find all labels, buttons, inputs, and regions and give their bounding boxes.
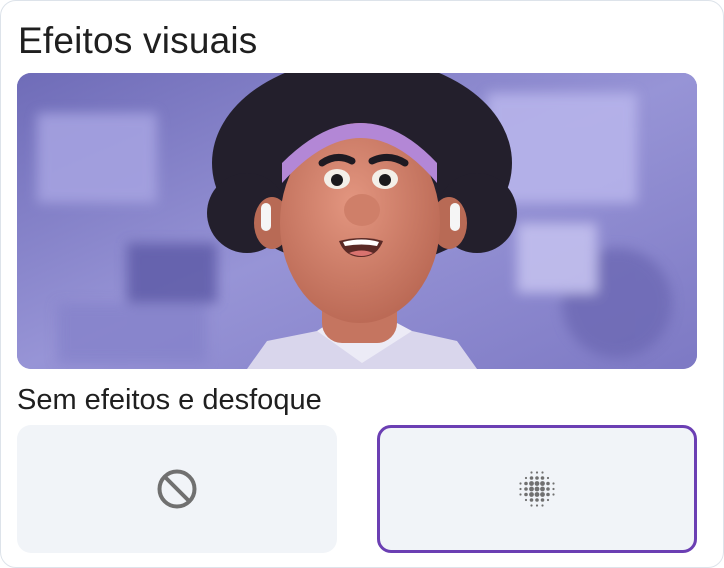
camera-preview: [17, 73, 697, 369]
blur-background-button[interactable]: [377, 425, 697, 553]
section-label: Sem efeitos e desfoque: [17, 384, 322, 416]
visual-effects-panel: Efeitos visuais Sem efeitos e desfoque: [0, 0, 724, 568]
block-icon: [156, 468, 198, 510]
blur-icon: [516, 468, 558, 510]
no-effect-button[interactable]: [17, 425, 337, 553]
panel-title: Efeitos visuais: [18, 20, 258, 61]
avatar-preview-image: [17, 73, 697, 369]
